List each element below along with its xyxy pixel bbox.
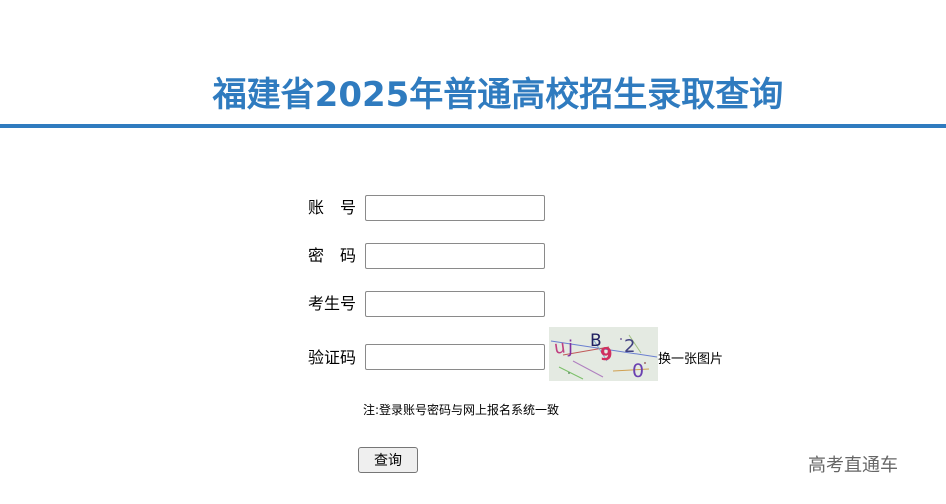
account-label: 账号 bbox=[308, 198, 373, 217]
svg-text:0: 0 bbox=[632, 360, 644, 381]
query-button[interactable]: 查询 bbox=[358, 447, 418, 473]
captcha-label: 验证码 bbox=[308, 348, 357, 367]
exam-number-input[interactable] bbox=[365, 291, 545, 317]
password-input[interactable] bbox=[365, 243, 545, 269]
svg-text:2: 2 bbox=[624, 336, 635, 357]
captcha-graphic: u j B 9 2 0 bbox=[549, 327, 658, 382]
login-note: 注:登录账号密码与网上报名系统一致 bbox=[363, 403, 560, 417]
password-label: 密码 bbox=[308, 246, 373, 265]
captcha-input[interactable] bbox=[365, 344, 545, 370]
page: 福建省2025年普通高校招生录取查询 账号 密码 考生号 验证码 u j B 9… bbox=[0, 0, 946, 504]
account-input[interactable] bbox=[365, 195, 545, 221]
header-divider bbox=[0, 124, 946, 128]
captcha-refresh-link[interactable]: 换一张图片 bbox=[658, 348, 723, 367]
svg-text:j: j bbox=[567, 337, 573, 358]
page-title: 福建省2025年普通高校招生录取查询 bbox=[212, 75, 784, 115]
svg-text:9: 9 bbox=[600, 344, 613, 365]
exam-number-label: 考生号 bbox=[308, 294, 357, 313]
watermark: 高考直通车 bbox=[808, 455, 898, 476]
captcha-image[interactable]: u j B 9 2 0 bbox=[549, 327, 658, 382]
